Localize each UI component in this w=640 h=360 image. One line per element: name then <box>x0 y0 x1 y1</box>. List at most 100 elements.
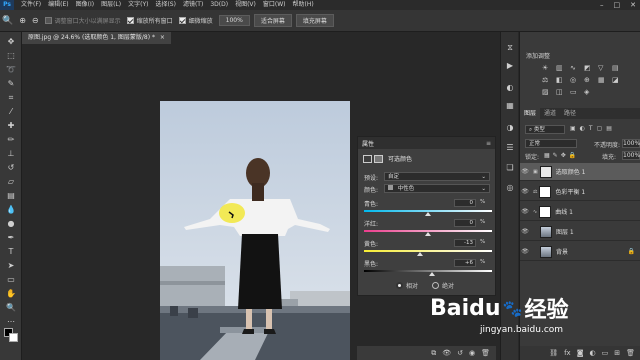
visibility-eye-icon[interactable]: 👁 <box>520 208 530 215</box>
layer-mask-thumbnail[interactable] <box>539 185 552 198</box>
type-tool-icon[interactable]: T <box>3 246 19 258</box>
visibility-eye-icon[interactable]: 👁 <box>520 168 530 175</box>
filter-pixel-icon[interactable]: ▣ <box>570 125 576 132</box>
channels-panel-icon[interactable]: ◎ <box>502 182 518 194</box>
new-adjustment-icon[interactable]: ◐ <box>590 349 596 357</box>
resize-windows-option[interactable]: 调整窗口大小以满屏显示 <box>44 16 121 25</box>
maximize-button[interactable]: □ <box>614 0 621 10</box>
opacity-field[interactable]: 100% <box>622 139 640 148</box>
menu-view[interactable]: 视图(V) <box>235 0 256 10</box>
absolute-radio[interactable] <box>432 282 440 289</box>
pen-tool-icon[interactable]: ✒ <box>3 232 19 244</box>
zoom-in-icon[interactable]: ⊕ <box>19 16 26 25</box>
visibility-icon[interactable]: ◉ <box>469 349 475 357</box>
view-previous-icon[interactable]: 👁 <box>442 349 451 357</box>
cyan-slider-handle[interactable] <box>425 212 431 216</box>
tab-channels[interactable]: 通道 <box>540 108 560 119</box>
black-value-field[interactable]: +6 <box>454 259 476 267</box>
menu-image[interactable]: 图像(I) <box>76 0 94 10</box>
menu-select[interactable]: 选择(S) <box>155 0 176 10</box>
layer-row-color-balance[interactable]: 👁 ⚖ 色彩平衡 1 <box>520 183 640 201</box>
filter-shape-icon[interactable]: ▢ <box>597 125 603 132</box>
menu-file[interactable]: 文件(F) <box>21 0 41 10</box>
color-lookup-icon[interactable]: ▦ <box>598 76 607 84</box>
zoom-out-icon[interactable]: ⊖ <box>32 16 39 25</box>
menu-filter[interactable]: 滤镜(T) <box>183 0 203 10</box>
tab-paths[interactable]: 路径 <box>560 108 580 119</box>
hue-saturation-icon[interactable]: ▤ <box>612 64 621 72</box>
brightness-icon[interactable]: ☀ <box>542 64 551 72</box>
lasso-tool-icon[interactable]: ➰ <box>3 64 19 76</box>
black-slider-handle[interactable] <box>428 272 435 276</box>
layers-panel-icon[interactable]: ❏ <box>502 162 518 174</box>
healing-brush-tool-icon[interactable]: ✚ <box>3 120 19 132</box>
history-panel-icon[interactable]: ⧖ <box>502 42 518 54</box>
hand-tool-icon[interactable]: ✋ <box>3 288 19 300</box>
layer-thumbnail[interactable] <box>540 245 552 258</box>
yellow-value-field[interactable]: -13 <box>454 239 476 247</box>
close-tab-icon[interactable]: × <box>160 34 165 41</box>
channel-mixer-icon[interactable]: ⊕ <box>584 76 593 84</box>
layer-thumbnail[interactable] <box>540 225 552 238</box>
adjustments-panel-icon[interactable]: ◑ <box>502 122 518 134</box>
add-mask-icon[interactable]: ◙ <box>577 349 584 357</box>
document-image[interactable] <box>160 101 350 360</box>
visibility-eye-icon[interactable]: 👁 <box>520 188 530 195</box>
layer-filter-dropdown[interactable]: ⌕ 类型 <box>525 125 565 134</box>
zoom-100-button[interactable]: 100% <box>218 15 250 26</box>
layer-mask-thumbnail[interactable] <box>539 165 552 178</box>
preset-dropdown[interactable]: 自定 ⌄ <box>384 172 490 181</box>
fill-field[interactable]: 100% <box>622 151 640 160</box>
quick-select-tool-icon[interactable]: ✎ <box>3 78 19 90</box>
menu-window[interactable]: 窗口(W) <box>263 0 286 10</box>
layer-row-background[interactable]: 👁 背景 🔒 <box>520 243 640 261</box>
filter-smart-icon[interactable]: ▤ <box>606 125 612 132</box>
filter-type-icon[interactable]: T <box>589 125 593 132</box>
properties-panel-icon[interactable]: ☰ <box>502 142 518 154</box>
mask-icon[interactable] <box>374 154 383 163</box>
dodge-tool-icon[interactable]: ● <box>3 218 19 230</box>
close-window-button[interactable]: ✕ <box>630 0 636 10</box>
menu-edit[interactable]: 编辑(E) <box>48 0 68 10</box>
clone-stamp-tool-icon[interactable]: ⊥ <box>3 148 19 160</box>
levels-icon[interactable]: ▥ <box>556 64 565 72</box>
move-tool-icon[interactable]: ✥ <box>3 36 19 48</box>
cyan-value-field[interactable]: 0 <box>454 199 476 207</box>
menu-type[interactable]: 文字(Y) <box>128 0 148 10</box>
gradient-tool-icon[interactable]: ▤ <box>3 190 19 202</box>
visibility-eye-icon[interactable]: 👁 <box>520 228 530 235</box>
color-balance-icon[interactable]: ⚖ <box>542 76 551 84</box>
background-color-swatch[interactable] <box>9 333 18 342</box>
swatches-panel-icon[interactable]: ▦ <box>502 100 518 112</box>
relative-radio[interactable] <box>396 282 403 289</box>
more-tools-icon[interactable]: ⋯ <box>3 316 19 328</box>
reset-icon[interactable]: ↺ <box>457 349 463 357</box>
yellow-slider-handle[interactable] <box>416 252 423 256</box>
tab-layers[interactable]: 图层 <box>520 108 541 119</box>
blur-tool-icon[interactable]: 💧 <box>3 204 19 216</box>
eraser-tool-icon[interactable]: ▱ <box>3 176 19 188</box>
zoom-tool-icon[interactable]: 🔍 <box>2 16 13 26</box>
shape-tool-icon[interactable]: ▭ <box>3 274 19 286</box>
colors-dropdown[interactable]: 中性色 ⌄ <box>384 184 490 193</box>
resize-windows-checkbox[interactable] <box>44 17 52 24</box>
minimize-button[interactable]: – <box>600 0 604 10</box>
yellow-slider-track[interactable] <box>364 250 492 252</box>
lock-all-icon[interactable]: 🔒 <box>569 152 576 159</box>
layer-mask-thumbnail[interactable] <box>539 205 552 218</box>
lock-transparent-icon[interactable]: ▦ <box>544 152 550 159</box>
delete-icon[interactable]: 🗑 <box>481 349 490 357</box>
layer-row-layer1[interactable]: 👁 图层 1 <box>520 223 640 241</box>
zoom-tool-icon[interactable]: 🔍 <box>3 302 19 314</box>
vibrance-icon[interactable]: ▽ <box>598 64 607 72</box>
filter-adjustment-icon[interactable]: ◐ <box>580 125 585 132</box>
clip-to-layer-icon[interactable]: ⧉ <box>431 349 436 358</box>
menu-layer[interactable]: 图层(L) <box>101 0 121 10</box>
magenta-slider-handle[interactable] <box>425 232 431 236</box>
exposure-icon[interactable]: ◩ <box>584 64 593 72</box>
scrubby-zoom-checkbox[interactable] <box>178 17 186 24</box>
layer-row-curves[interactable]: 👁 ∿ 曲线 1 <box>520 203 640 221</box>
color-panel-icon[interactable]: ◐ <box>502 82 518 94</box>
posterize-icon[interactable]: ▨ <box>542 88 551 96</box>
invert-icon[interactable]: ◪ <box>612 76 621 84</box>
